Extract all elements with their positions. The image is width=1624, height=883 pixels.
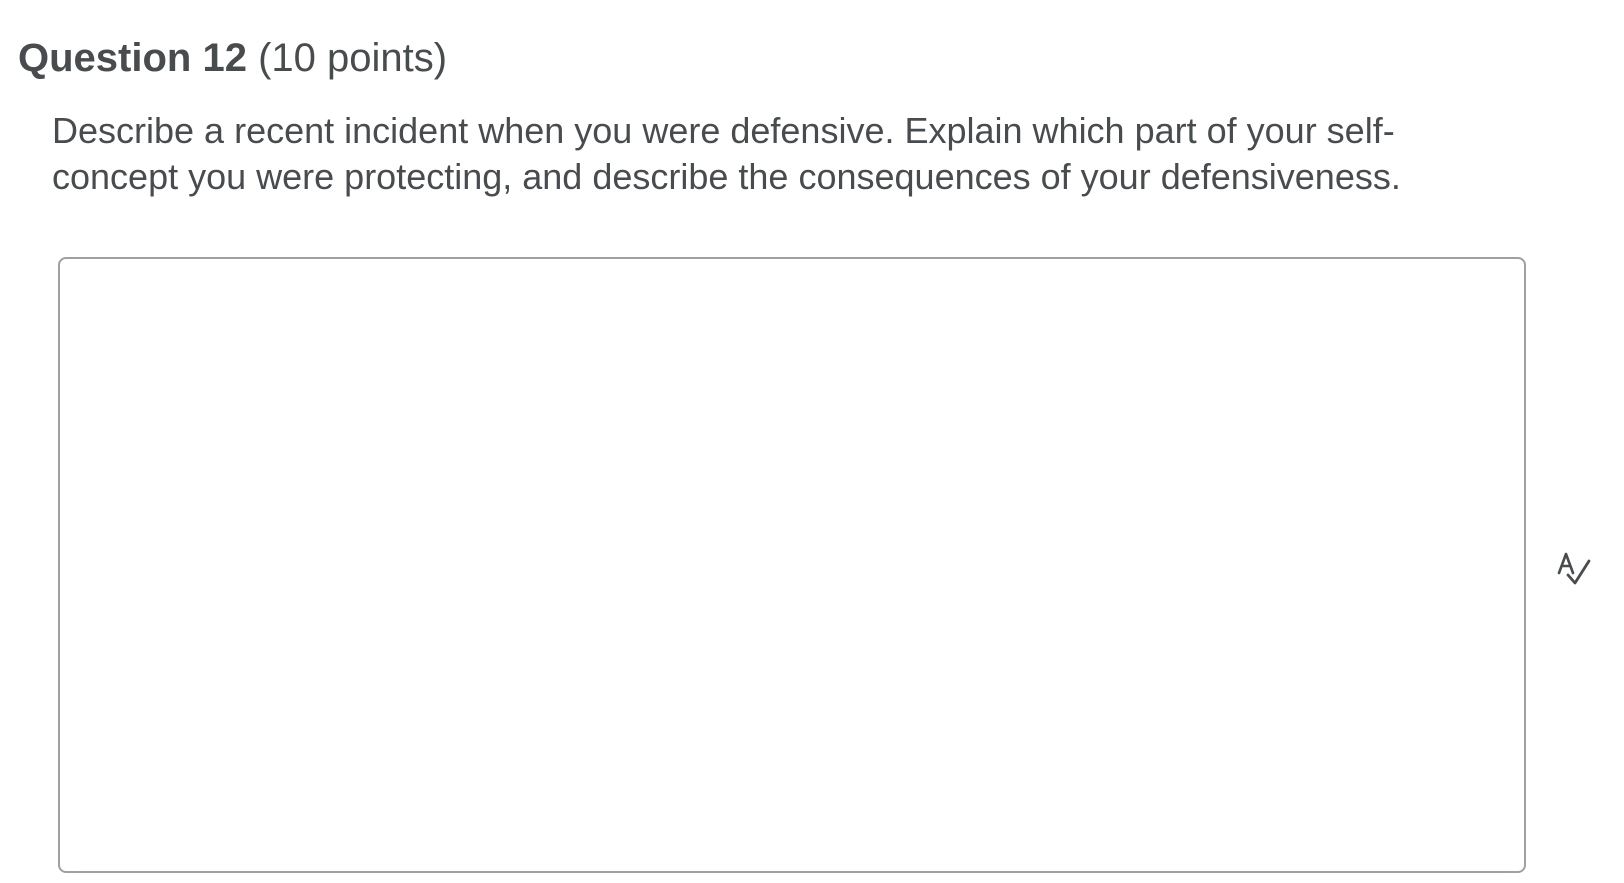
- answer-textarea[interactable]: [58, 257, 1526, 873]
- question-prompt: Describe a recent incident when you were…: [52, 110, 1401, 197]
- question-title: Question 12: [18, 36, 247, 80]
- spellcheck-icon: [1557, 552, 1591, 585]
- question-points: (10 points): [258, 36, 448, 80]
- question-header: Question 12 (10 points): [18, 32, 447, 84]
- spellcheck-button[interactable]: [1548, 543, 1600, 595]
